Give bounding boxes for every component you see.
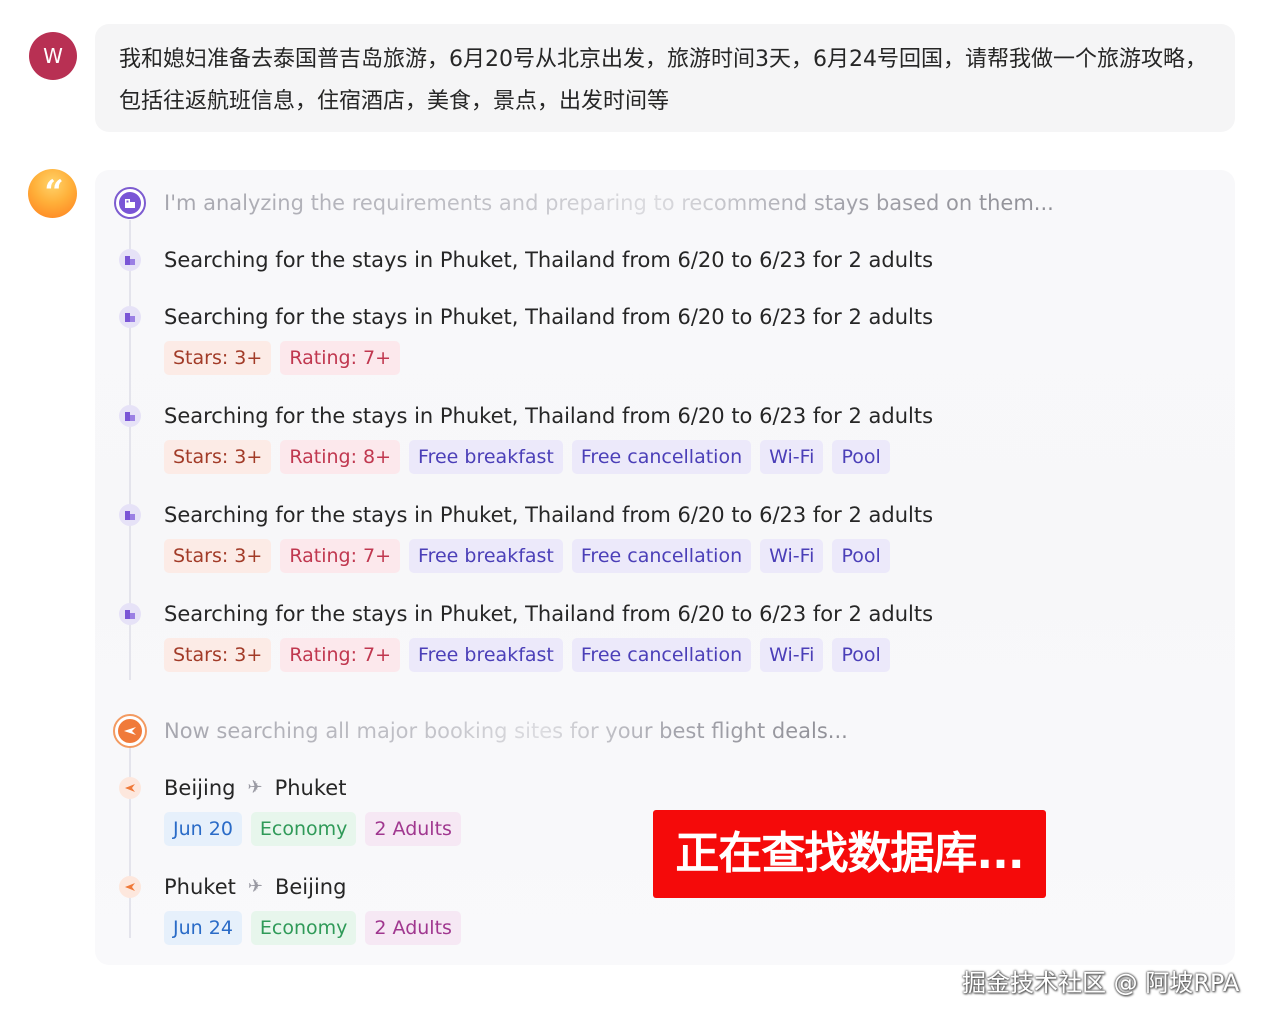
- stars-filter-tag: Stars: 3+: [164, 440, 272, 474]
- origin-city: Beijing: [164, 776, 236, 800]
- free-breakfast-tag: Free breakfast: [409, 440, 563, 474]
- stars-filter-tag: Stars: 3+: [164, 539, 272, 573]
- pool-tag: Pool: [832, 539, 890, 573]
- flight-status-text: Now searching all major booking sites fo…: [164, 716, 848, 746]
- hotel-search-query: Searching for the stays in Phuket, Thail…: [164, 602, 934, 626]
- filter-tags: Stars: 3+ Rating: 7+: [164, 341, 401, 375]
- cabin-class-tag: Economy: [250, 812, 357, 846]
- destination-city: Phuket: [274, 776, 347, 800]
- passengers-tag: 2 Adults: [365, 911, 461, 945]
- hotel-icon: [119, 405, 141, 427]
- free-breakfast-tag: Free breakfast: [409, 638, 563, 672]
- cabin-class-tag: Economy: [250, 911, 357, 945]
- watermark: 掘金技术社区 @ 阿坡RPA: [962, 969, 1240, 997]
- wifi-tag: Wi-Fi: [760, 638, 824, 672]
- airplane-arrow-icon: ✈: [247, 876, 263, 897]
- filter-tags: Stars: 3+ Rating: 7+ Free breakfast Free…: [164, 539, 890, 573]
- hotel-search-query: Searching for the stays in Phuket, Thail…: [164, 503, 934, 527]
- hotel-search-query: Searching for the stays in Phuket, Thail…: [164, 248, 934, 272]
- user-avatar: W: [29, 32, 77, 80]
- destination-city: Beijing: [274, 875, 347, 899]
- user-message: 我和媳妇准备去泰国普吉岛旅游，6月20号从北京出发，旅游时间3天，6月24号回国…: [95, 24, 1235, 132]
- filter-tags: Stars: 3+ Rating: 8+ Free breakfast Free…: [164, 440, 890, 474]
- pool-tag: Pool: [832, 440, 890, 474]
- flight-tags: Jun 20 Economy 2 Adults: [164, 812, 461, 846]
- origin-city: Phuket: [164, 875, 236, 899]
- pool-tag: Pool: [832, 638, 890, 672]
- wifi-tag: Wi-Fi: [760, 440, 824, 474]
- plane-icon: [119, 876, 141, 898]
- stars-filter-tag: Stars: 3+: [164, 341, 272, 375]
- hotel-icon: [119, 306, 141, 328]
- flight-tags: Jun 24 Economy 2 Adults: [164, 911, 461, 945]
- flight-date-tag: Jun 24: [164, 911, 242, 945]
- rating-filter-tag: Rating: 7+: [280, 341, 401, 375]
- plane-icon: [119, 777, 141, 799]
- free-breakfast-tag: Free breakfast: [409, 539, 563, 573]
- quote-icon: “: [44, 173, 63, 213]
- hotel-search-query: Searching for the stays in Phuket, Thail…: [164, 404, 934, 428]
- rating-filter-tag: Rating: 8+: [280, 440, 401, 474]
- flight-route: Beijing ✈ Phuket: [164, 773, 346, 803]
- hotel-icon: [119, 603, 141, 625]
- free-cancellation-tag: Free cancellation: [571, 440, 752, 474]
- free-cancellation-tag: Free cancellation: [571, 638, 752, 672]
- rating-filter-tag: Rating: 7+: [280, 638, 401, 672]
- stars-filter-tag: Stars: 3+: [164, 638, 272, 672]
- flight-search-icon: [113, 714, 147, 748]
- passengers-tag: 2 Adults: [365, 812, 461, 846]
- hotel-status-text: I'm analyzing the requirements and prepa…: [164, 188, 1054, 218]
- airplane-arrow-icon: ✈: [247, 777, 263, 798]
- hotel-search-query: Searching for the stays in Phuket, Thail…: [164, 305, 934, 329]
- hotel-search-icon: [114, 187, 146, 219]
- filter-tags: Stars: 3+ Rating: 7+ Free breakfast Free…: [164, 638, 890, 672]
- wifi-tag: Wi-Fi: [760, 539, 824, 573]
- assistant-avatar: “: [28, 169, 77, 218]
- hotel-icon: [119, 249, 141, 271]
- hotel-icon: [119, 504, 141, 526]
- flight-route: Phuket ✈ Beijing: [164, 872, 346, 902]
- free-cancellation-tag: Free cancellation: [571, 539, 752, 573]
- flight-date-tag: Jun 20: [164, 812, 242, 846]
- searching-database-banner: 正在查找数据库...: [653, 810, 1046, 898]
- rating-filter-tag: Rating: 7+: [280, 539, 401, 573]
